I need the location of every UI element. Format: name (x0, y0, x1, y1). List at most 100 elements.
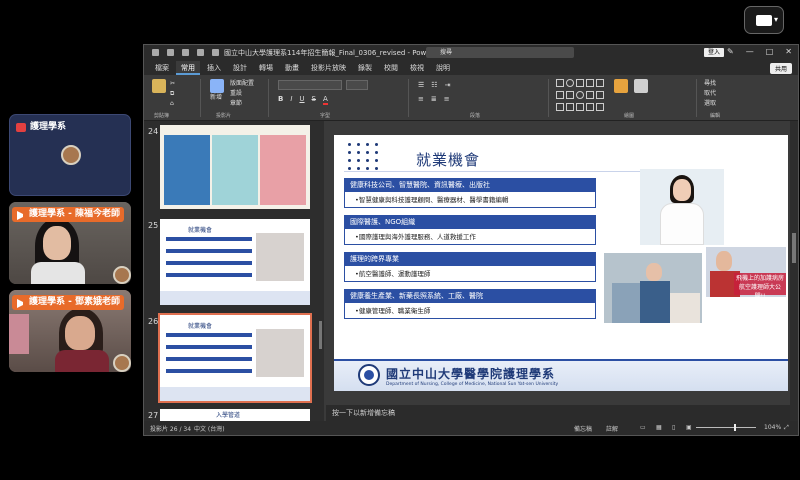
megaphone-icon (17, 299, 27, 308)
slide-counter: 投影片 26 / 34 (150, 426, 192, 433)
sorter-view-icon[interactable]: ▦ (656, 424, 662, 431)
indent-icon[interactable]: ⇥ (445, 81, 451, 89)
search-box[interactable]: 搜尋 (426, 47, 574, 58)
tab-insert[interactable]: 插入 (202, 61, 226, 75)
replace-button[interactable]: 取代 (704, 89, 716, 99)
tab-transitions[interactable]: 轉場 (254, 61, 278, 75)
present-icon[interactable] (212, 49, 219, 56)
pen-icon[interactable]: ✎ (727, 47, 734, 56)
tab-home[interactable]: 常用 (176, 61, 200, 75)
participant-tile[interactable]: 護理學系 - 陳福今老師 (9, 202, 131, 284)
reading-view-icon[interactable]: ▯ (672, 424, 675, 431)
save-icon[interactable] (167, 49, 174, 56)
bullets-icon[interactable]: ☰ (418, 81, 424, 89)
powerpoint-logo-icon (152, 49, 159, 56)
school-logo-icon (358, 364, 380, 386)
thumbnail-slide[interactable]: 就業機會 (160, 219, 310, 305)
normal-view-icon[interactable]: ▭ (640, 424, 646, 431)
participant-name: 護理學系 (13, 120, 70, 135)
tab-animations[interactable]: 動畫 (280, 61, 304, 75)
quick-styles-button[interactable] (634, 79, 648, 93)
slide-title: 就業機會 (416, 151, 481, 169)
redo-icon[interactable] (197, 49, 204, 56)
copy-icon[interactable]: ⧉ (170, 89, 175, 99)
participant-name: 護理學系 - 陳福今老師 (12, 207, 125, 222)
zoom-level[interactable]: 104% (764, 424, 781, 431)
participant-tile[interactable]: 護理學系 - 鄧素娥老師 (9, 290, 131, 372)
close-icon[interactable]: ✕ (785, 47, 792, 56)
chevron-down-icon: ▾ (774, 15, 779, 24)
cut-icon[interactable]: ✂ (170, 79, 175, 89)
format-painter-icon[interactable]: ⌂ (170, 99, 175, 109)
photo-aviation: 飛機上的加護病房 航空護理師大公開!! (706, 247, 786, 297)
thumbnail-slide-selected[interactable]: 就業機會 (158, 313, 312, 403)
new-slide-button[interactable]: 新增 (210, 79, 224, 103)
thumb-number: 25 (148, 221, 159, 230)
quick-styles-icon (634, 79, 648, 93)
decor-dots (348, 143, 379, 170)
tab-design[interactable]: 設計 (228, 61, 252, 75)
undo-icon[interactable] (182, 49, 189, 56)
comments-button[interactable]: 註解 (606, 424, 618, 433)
italic-button[interactable]: I (290, 95, 292, 105)
tab-view[interactable]: 檢視 (405, 61, 429, 75)
slideshow-view-icon[interactable]: ▣ (686, 424, 692, 431)
shapes-gallery[interactable] (556, 79, 604, 113)
screen: ▾ 護理學系 護理學系 - 陳福今老師 護理學系 - 鄧素娥老師 國立中山大學護… (0, 0, 800, 480)
participant-name: 護理學系 - 鄧素娥老師 (12, 295, 125, 310)
fit-slide-icon[interactable]: ⤢ (784, 424, 789, 432)
thumb-number: 24 (148, 127, 159, 136)
thumbnail-scrollbar[interactable] (318, 121, 323, 421)
underline-button[interactable]: U (299, 95, 304, 105)
mic-off-icon (16, 123, 26, 132)
font-color-icon[interactable]: A (323, 95, 328, 105)
select-button[interactable]: 選取 (704, 99, 716, 109)
group-font: 字型 (320, 113, 331, 119)
slide-scrollbar[interactable] (790, 121, 798, 421)
login-button[interactable]: 登入 (704, 48, 725, 57)
maximize-icon[interactable]: □ (766, 47, 774, 56)
slide-canvas[interactable]: 就業機會 健康科技公司、智慧醫院、資訊醫療、出版社 •智慧健康與科技護理顧問、醫… (334, 135, 788, 391)
align-right-icon[interactable]: ≡ (444, 95, 450, 103)
tab-review[interactable]: 校閱 (379, 61, 403, 75)
thumbnail-slide[interactable] (160, 125, 310, 209)
section-bar: 國際醫護、NGO組織 (344, 215, 596, 229)
numbering-icon[interactable]: ☷ (431, 81, 437, 89)
strikethrough-button[interactable]: S (312, 95, 316, 105)
paste-icon (152, 79, 166, 93)
font-size-select[interactable] (346, 80, 368, 90)
participant-tile[interactable]: 護理學系 (9, 114, 131, 196)
layout-button[interactable]: 版面配置 (230, 79, 254, 89)
zoom-slider-handle[interactable] (734, 424, 736, 431)
window-title: 國立中山大學護理系114年招生簡報_Final_0306_revised - P… (224, 49, 451, 57)
meeting-view-button[interactable]: ▾ (744, 6, 784, 34)
reset-button[interactable]: 重設 (230, 89, 254, 99)
photo-clinic (604, 253, 702, 323)
notes-pane[interactable]: 按一下以新增備忘稿 (326, 405, 790, 421)
align-center-icon[interactable]: ≣ (431, 95, 437, 103)
section-button[interactable]: 章節 (230, 99, 254, 109)
language-indicator[interactable]: 中文 (台灣) (194, 424, 225, 433)
title-bar: 國立中山大學護理系114年招生簡報_Final_0306_revised - P… (144, 45, 798, 61)
tab-record[interactable]: 錄製 (353, 61, 377, 75)
powerpoint-window: 國立中山大學護理系114年招生簡報_Final_0306_revised - P… (143, 44, 799, 436)
group-paragraph: 段落 (470, 113, 481, 119)
bold-button[interactable]: B (278, 95, 283, 105)
tab-file[interactable]: 檔案 (150, 61, 174, 75)
notes-button[interactable]: 備忘稿 (574, 424, 592, 433)
share-button[interactable]: 共用 (769, 63, 792, 74)
section-detail: •智慧健康與科技護理顧問、醫療器材、醫學書籍編輯 (344, 192, 596, 208)
ribbon: ✂ ⧉ ⌂ 剪貼簿 新增 版面配置 重設 章節 投影片 B I U S A 字型… (144, 75, 798, 121)
align-left-icon[interactable]: ≡ (418, 95, 424, 103)
ribbon-tabs: 檔案 常用 插入 設計 轉場 動畫 投影片放映 錄製 校閱 檢視 說明 共用 (144, 61, 798, 75)
zoom-slider[interactable] (696, 427, 756, 428)
font-name-select[interactable] (278, 80, 342, 90)
tab-slideshow[interactable]: 投影片放映 (306, 61, 351, 75)
paste-button[interactable] (152, 79, 166, 93)
find-button[interactable]: 尋找 (704, 79, 716, 89)
section-bar: 護理的跨界專業 (344, 252, 596, 266)
arrange-button[interactable] (614, 79, 628, 93)
thumbnail-slide[interactable]: 入學管道 (160, 409, 310, 421)
minimize-icon[interactable]: — (746, 47, 754, 56)
tab-help[interactable]: 說明 (431, 61, 455, 75)
